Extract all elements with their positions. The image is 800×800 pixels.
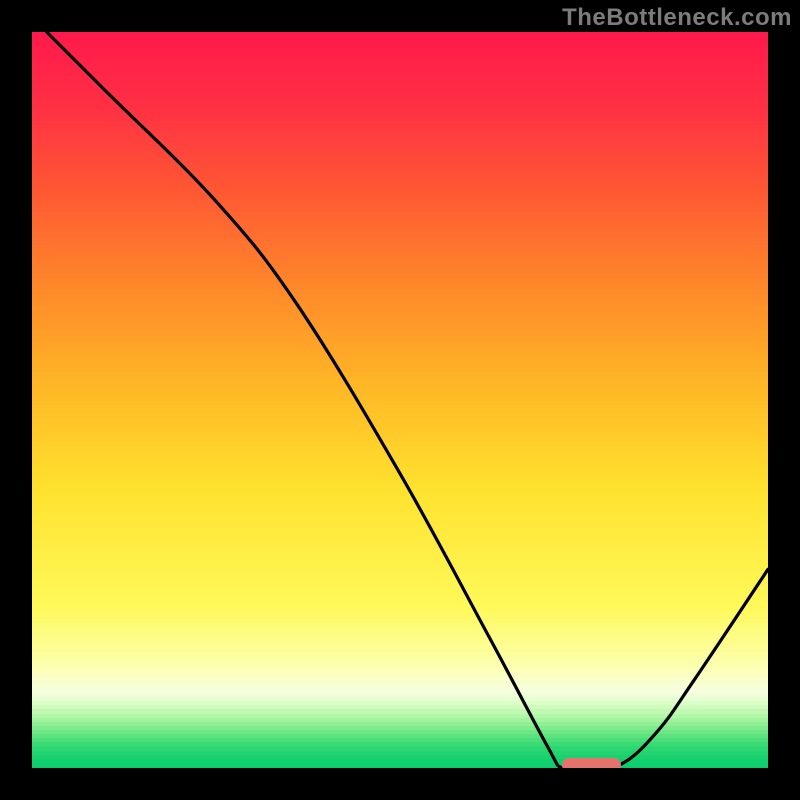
watermark-text: TheBottleneck.com — [562, 4, 792, 32]
optimal-marker — [562, 758, 621, 768]
bottleneck-curve — [32, 32, 768, 768]
plot-area — [32, 32, 768, 768]
frame: TheBottleneck.com — [0, 0, 800, 800]
